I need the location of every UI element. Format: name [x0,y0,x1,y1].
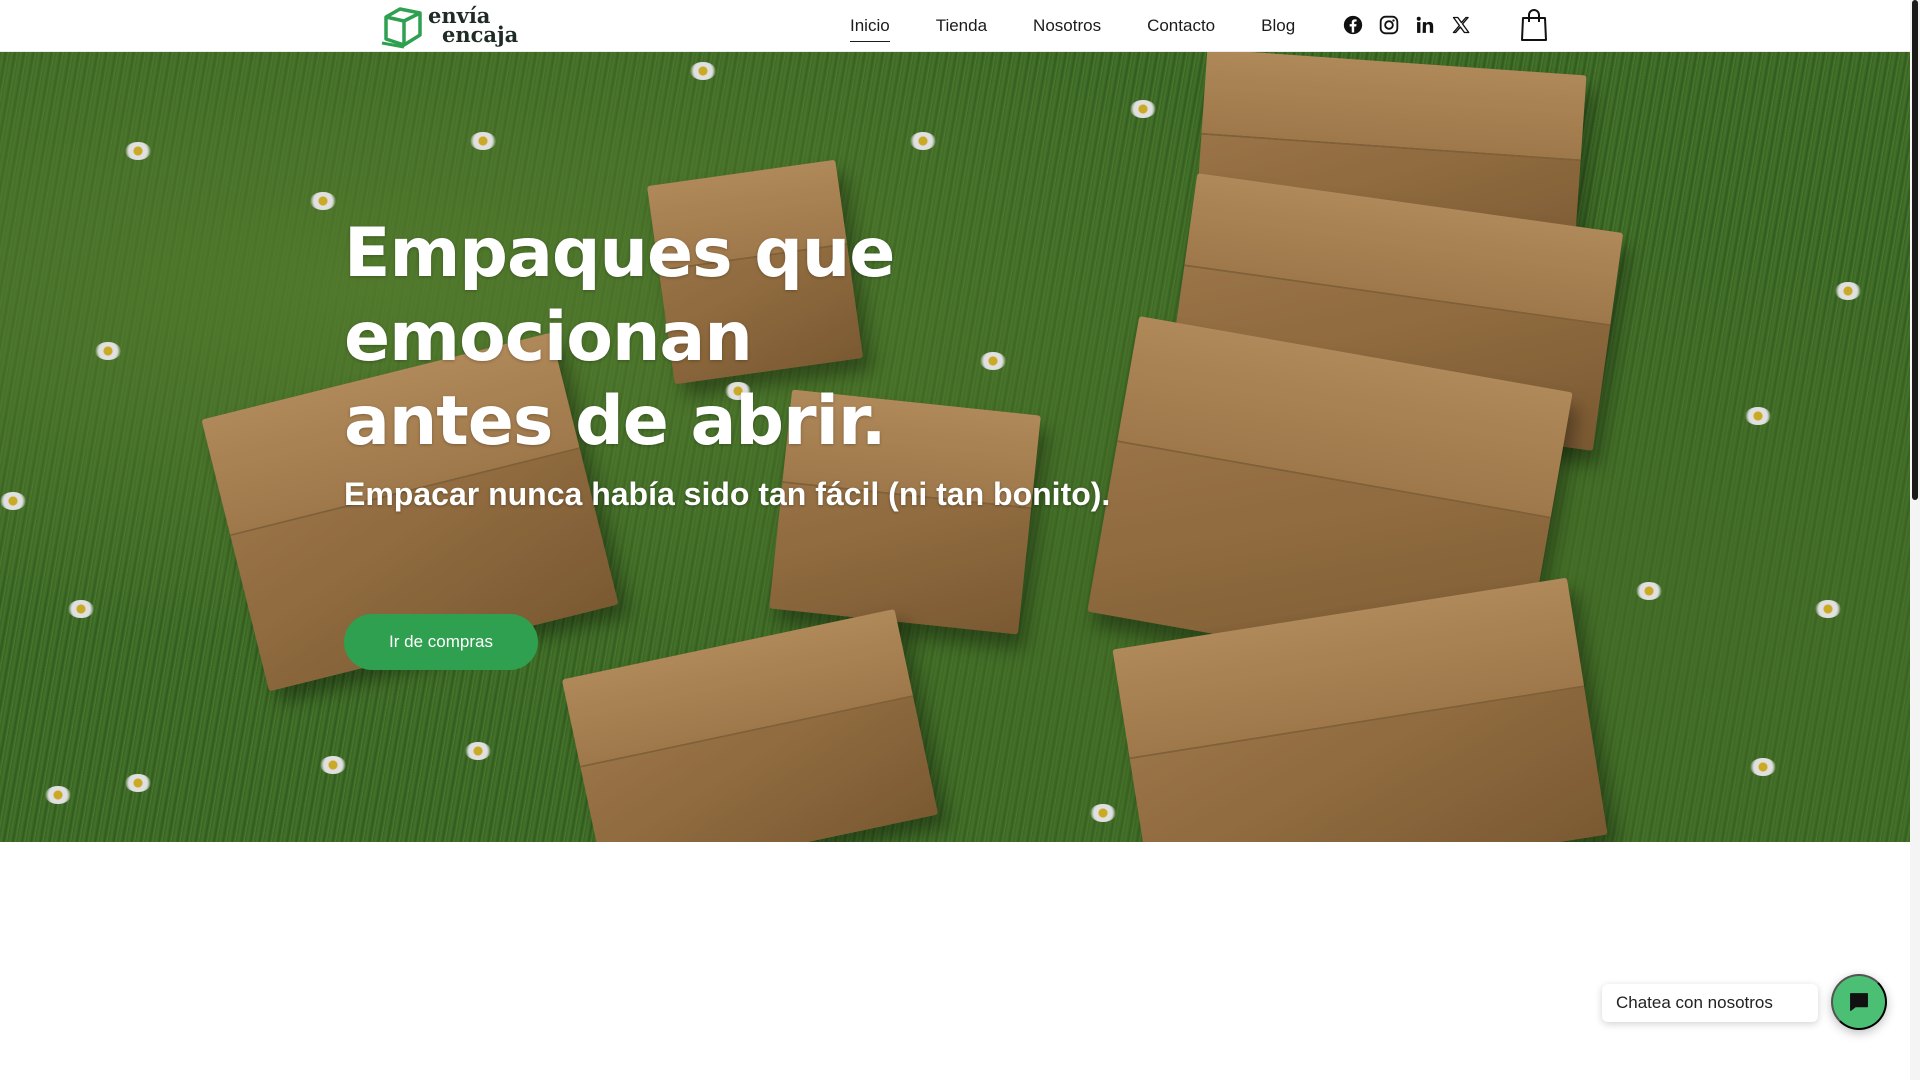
social-links [1342,14,1486,36]
linkedin-icon[interactable] [1414,14,1436,36]
box-logo-icon [381,7,422,49]
shop-button[interactable]: Ir de compras [344,614,538,670]
hero-title: Empaques que emocionan antes de abrir. [344,212,1304,464]
nav-item-tienda[interactable]: Tienda [936,12,987,40]
facebook-icon[interactable] [1342,14,1364,36]
hero-section: Empaques que emocionan antes de abrir. E… [0,52,1910,842]
scrollbar-thumb[interactable] [1912,0,1918,500]
nav-item-contacto[interactable]: Contacto [1147,12,1215,40]
hero-title-line-1: Empaques que emocionan [344,214,895,377]
x-icon[interactable] [1450,14,1472,36]
logo-wordmark: envía encaja [428,5,519,47]
instagram-icon[interactable] [1378,14,1400,36]
chat-button[interactable] [1831,974,1887,1030]
main-nav: Inicio Tienda Nosotros Contacto Blog [850,0,1341,52]
site-header: envía encaja Inicio Tienda Nosotros Cont… [0,0,1910,52]
page-scrollbar[interactable] [1910,0,1920,1080]
nav-item-blog[interactable]: Blog [1261,12,1295,40]
nav-item-inicio[interactable]: Inicio [850,12,890,42]
shopping-bag-icon[interactable] [1520,8,1548,42]
hero-subtitle: Empacar nunca había sido tan fácil (ni t… [344,476,1111,512]
nav-item-nosotros[interactable]: Nosotros [1033,12,1101,40]
chat-icon [1850,993,1868,1011]
hero-title-line-2: antes de abrir. [344,382,887,461]
site-logo[interactable]: envía encaja [380,3,518,49]
logo-line-2: encaja [442,22,519,47]
chat-label[interactable]: Chatea con nosotros [1602,984,1818,1022]
